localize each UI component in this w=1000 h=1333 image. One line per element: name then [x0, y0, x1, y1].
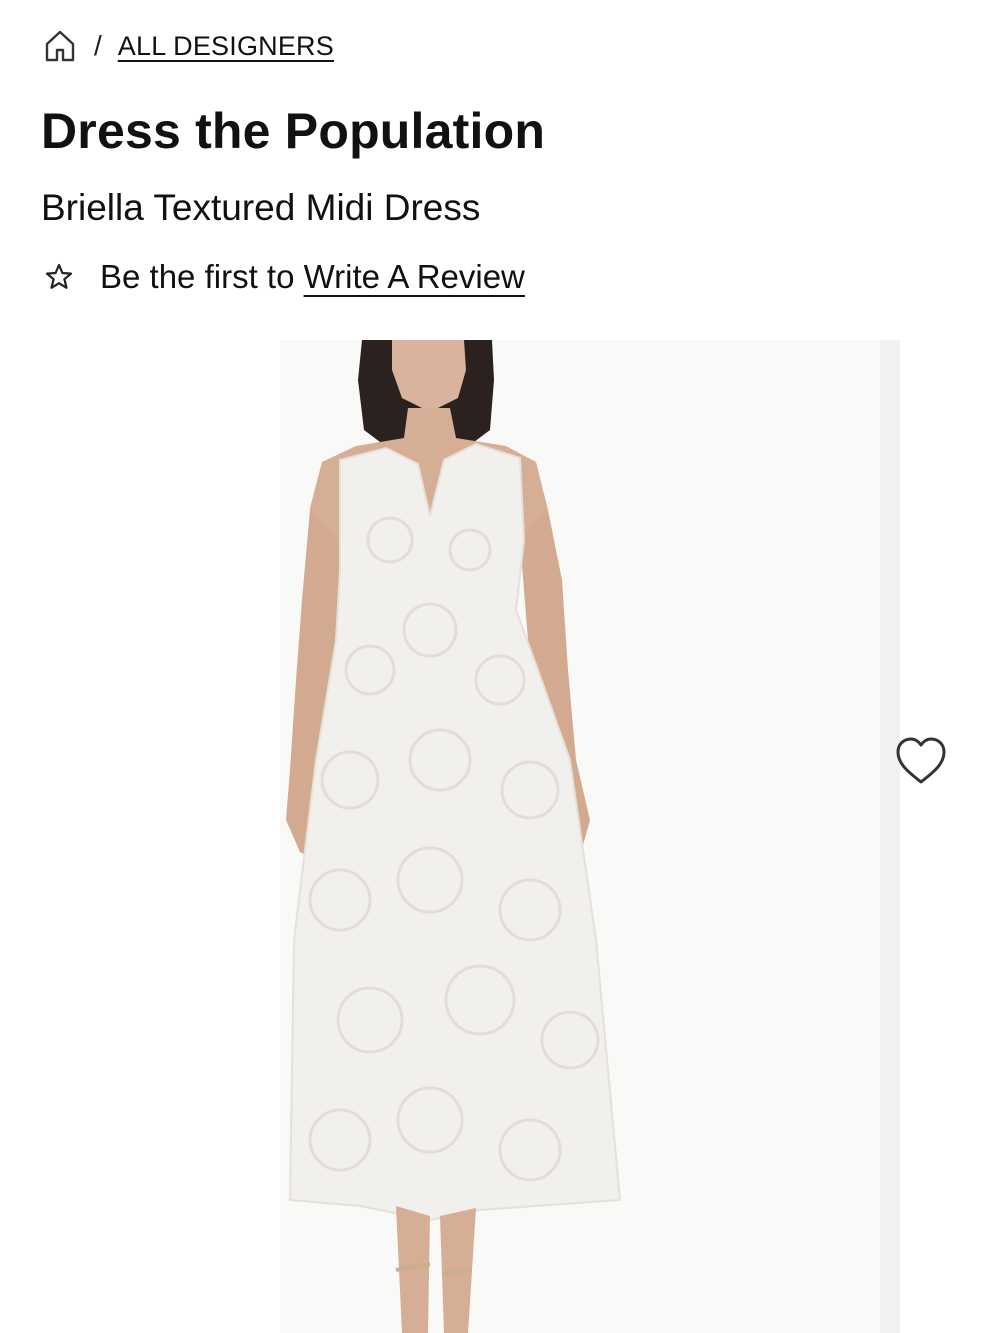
- breadcrumb-link-all-designers[interactable]: ALL DESIGNERS: [118, 31, 334, 62]
- product-image-gallery[interactable]: [0, 340, 1000, 1333]
- star-outline-icon: [45, 263, 73, 289]
- review-summary: Be the first to Write A Review: [44, 254, 525, 300]
- heart-outline-icon[interactable]: [893, 735, 949, 787]
- product-name: Briella Textured Midi Dress: [41, 187, 481, 228]
- write-review-link[interactable]: Write A Review: [304, 258, 525, 296]
- breadcrumb-separator: /: [94, 30, 102, 61]
- home-icon[interactable]: [42, 28, 78, 64]
- product-image[interactable]: [280, 340, 880, 1333]
- review-prompt-text: Be the first to: [100, 258, 304, 295]
- product-photo: [280, 340, 880, 1333]
- brand-title: Dress the Population: [41, 103, 546, 159]
- next-image-preview[interactable]: [880, 340, 900, 1333]
- breadcrumb: / ALL DESIGNERS: [42, 24, 334, 68]
- product-page: / ALL DESIGNERS Dress the Population Bri…: [0, 0, 1000, 1333]
